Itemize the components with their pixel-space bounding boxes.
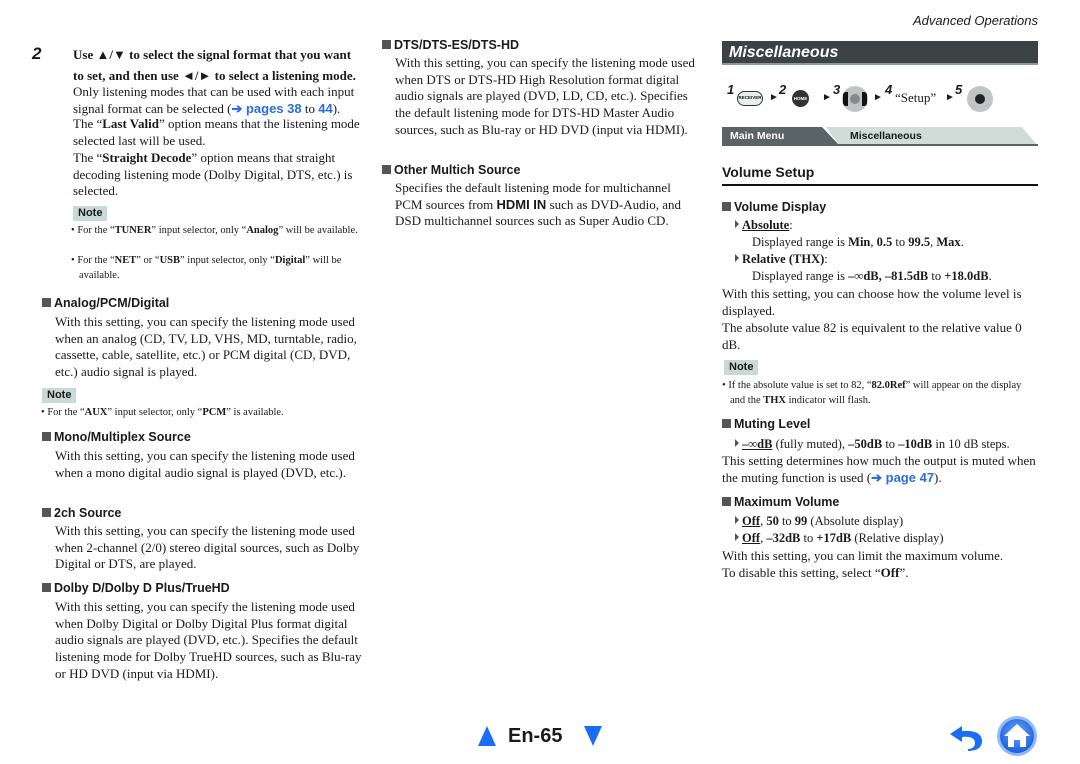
section-heading-maximum-volume: Maximum Volume <box>722 495 839 510</box>
option-relative-range: Displayed range is –∞dB, –81.5dB to +18.… <box>752 269 992 283</box>
triangle-bullet-icon <box>735 220 739 228</box>
option-max-volume-absolute: Off, 50 to 99 (Absolute display) <box>735 513 903 530</box>
maximum-volume-body-2: To disable this setting, select “Off”. <box>722 565 909 580</box>
page-44-link[interactable]: 44 <box>318 101 332 116</box>
square-bullet-icon <box>42 583 51 592</box>
pages-link[interactable]: ➔ pages 38 <box>231 101 301 116</box>
step-3-number: 3 <box>833 82 841 97</box>
miscellaneous-title: Miscellaneous <box>729 44 839 61</box>
arrow-right-icon: ► <box>822 92 832 103</box>
section-body: Specifies the default listening mode for… <box>395 180 681 229</box>
dpad-left-right-icon <box>842 86 868 112</box>
square-bullet-icon <box>722 497 731 506</box>
remote-steps: 1 RECEIVER ► 2 HOME ► 3 ► 4 “Setup” ► 5 <box>727 82 1027 118</box>
section-heading-muting-level: Muting Level <box>722 417 810 432</box>
receiver-button-icon: RECEIVER <box>737 91 763 106</box>
straight-decode-paragraph: The “Straight Decode” option means that … <box>73 150 353 199</box>
triangle-bullet-icon <box>735 254 739 262</box>
square-bullet-icon <box>382 40 391 49</box>
page-number: En-65 <box>508 725 563 747</box>
note-item: • For the “TUNER” input selector, only “… <box>71 225 358 236</box>
square-bullet-icon <box>722 202 731 211</box>
triangle-bullet-icon <box>735 439 739 447</box>
section-heading-volume-display: Volume Display <box>722 200 826 215</box>
last-valid-paragraph: The “Last Valid” option means that the l… <box>73 116 360 148</box>
note-item: • If the absolute value is set to 82, “8… <box>722 380 1022 406</box>
section-body: With this setting, you can specify the l… <box>55 314 357 380</box>
square-bullet-icon <box>722 419 731 428</box>
option-max-volume-relative: Off, –32dB to +17dB (Relative display) <box>735 530 944 547</box>
section-body: With this setting, you can specify the l… <box>55 599 362 681</box>
next-page-triangle-down-icon[interactable] <box>584 726 602 746</box>
option-relative-thx: Relative (THX): <box>735 251 828 268</box>
arrow-right-icon: ► <box>873 92 883 103</box>
option-muting-level: –∞dB (fully muted), –50dB to –10dB in 10… <box>735 436 1010 453</box>
section-heading-dts: DTS/DTS-ES/DTS-HD <box>382 38 519 53</box>
square-bullet-icon <box>382 165 391 174</box>
section-heading-analog-pcm-digital: Analog/PCM/Digital <box>42 296 169 311</box>
section-heading-dolby: Dolby D/Dolby D Plus/TrueHD <box>42 581 230 596</box>
arrow-right-icon: ► <box>945 92 955 103</box>
option-absolute-range: Displayed range is Min, 0.5 to 99.5, Max… <box>752 235 964 249</box>
step-number: 2 <box>32 44 42 63</box>
option-absolute: Absolute: <box>735 217 793 234</box>
triangle-bullet-icon <box>735 516 739 524</box>
back-return-arrow-icon[interactable] <box>948 720 986 752</box>
menu-breadcrumb: Miscellaneous Main Menu <box>722 127 1038 146</box>
step-2-number: 2 <box>779 82 787 97</box>
section-header: Advanced Operations <box>912 13 1038 28</box>
note-item: • For the “AUX” input selector, only “PC… <box>41 407 284 418</box>
triangle-bullet-icon <box>735 533 739 541</box>
section-body: With this setting, you can specify the l… <box>55 448 355 480</box>
volume-display-body: With this setting, you can choose how th… <box>722 286 1022 318</box>
section-heading-mono-multiplex: Mono/Multiplex Source <box>42 430 191 445</box>
page-47-link[interactable]: ➔ page 47 <box>871 470 934 485</box>
maximum-volume-body: With this setting, you can limit the max… <box>722 548 1004 563</box>
section-body: With this setting, you can specify the l… <box>55 523 360 572</box>
volume-setup-heading: Volume Setup <box>722 164 1038 186</box>
note-label: Note <box>73 206 108 221</box>
volume-display-body-2: The absolute value 82 is equivalent to t… <box>722 320 1022 352</box>
note-item: • For the “NET” or “USB” input selector,… <box>71 255 342 281</box>
note-label: Note <box>42 388 77 403</box>
intro-paragraph: Only listening modes that can be used wi… <box>73 84 355 116</box>
note-label: Note <box>724 360 759 375</box>
arrow-right-icon: ► <box>769 92 779 103</box>
miscellaneous-title-bar: Miscellaneous <box>722 41 1038 65</box>
step-title: Use ▲/▼ to select the signal format that… <box>73 47 356 83</box>
setup-label: “Setup” <box>895 90 937 105</box>
muting-level-body: This setting determines how much the out… <box>722 453 1036 485</box>
step-1-number: 1 <box>727 82 735 97</box>
square-bullet-icon <box>42 508 51 517</box>
square-bullet-icon <box>42 298 51 307</box>
square-bullet-icon <box>42 432 51 441</box>
home-icon[interactable] <box>996 715 1038 757</box>
step-4-number: 4 <box>885 82 893 97</box>
dpad-enter-icon <box>967 86 993 112</box>
step-5-number: 5 <box>955 82 963 97</box>
previous-page-triangle-up-icon[interactable] <box>478 726 496 746</box>
section-heading-2ch-source: 2ch Source <box>42 506 121 521</box>
home-button-icon: HOME <box>792 90 809 107</box>
section-heading-other-multich: Other Multich Source <box>382 163 520 178</box>
section-body: With this setting, you can specify the l… <box>395 55 695 137</box>
